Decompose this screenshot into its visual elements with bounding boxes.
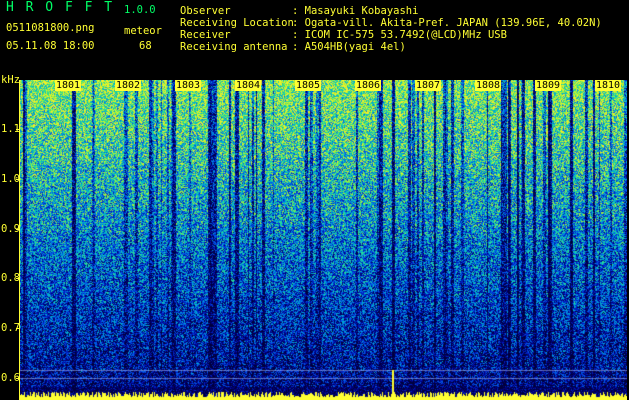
frequency-tick-mark — [16, 278, 20, 279]
spectrogram-canvas — [20, 80, 627, 400]
meteor-label: meteor — [124, 25, 162, 37]
minute-label: 1805 — [295, 80, 322, 91]
info-observer-key: Observer — [180, 5, 231, 17]
info-antenna-value: : A504HB(yagi 4el) — [292, 41, 406, 53]
frequency-unit-label: kHz — [1, 74, 20, 86]
minute-label: 1807 — [415, 80, 442, 91]
info-antenna-key: Receiving antenna — [180, 41, 288, 53]
info-receiver-key: Receiver — [180, 29, 231, 41]
minute-label: 1810 — [595, 80, 622, 91]
hroft-window: { "app": { "name": "H R O F F T", "versi… — [0, 0, 629, 400]
minute-label: 1804 — [235, 80, 262, 91]
frequency-tick-mark — [16, 129, 20, 130]
frequency-tick-mark — [16, 179, 20, 180]
info-observer-value: : Masayuki Kobayashi — [292, 5, 419, 17]
minute-label: 1806 — [355, 80, 382, 91]
file-datetime: 05.11.08 18:00 — [6, 40, 95, 52]
minute-label: 1808 — [475, 80, 502, 91]
app-version: 1.0.0 — [124, 4, 156, 16]
frequency-tick-mark — [16, 229, 20, 230]
minute-label: 1802 — [115, 80, 142, 91]
app-title: H R O F F T — [6, 0, 115, 15]
minute-label: 1801 — [55, 80, 82, 91]
frequency-tick-mark — [16, 328, 20, 329]
info-location-value: : Ogata-vill. Akita-Pref. JAPAN (139.96E… — [292, 17, 602, 29]
info-location-key: Receiving Location — [180, 17, 294, 29]
file-name: 0511081800.png — [6, 22, 95, 34]
info-receiver-value: : ICOM IC-575 53.7492(@LCD)MHz USB — [292, 29, 507, 41]
frequency-tick-mark — [16, 378, 20, 379]
minute-label: 1803 — [175, 80, 202, 91]
meteor-count: 68 — [139, 40, 152, 52]
minute-label: 1809 — [535, 80, 562, 91]
